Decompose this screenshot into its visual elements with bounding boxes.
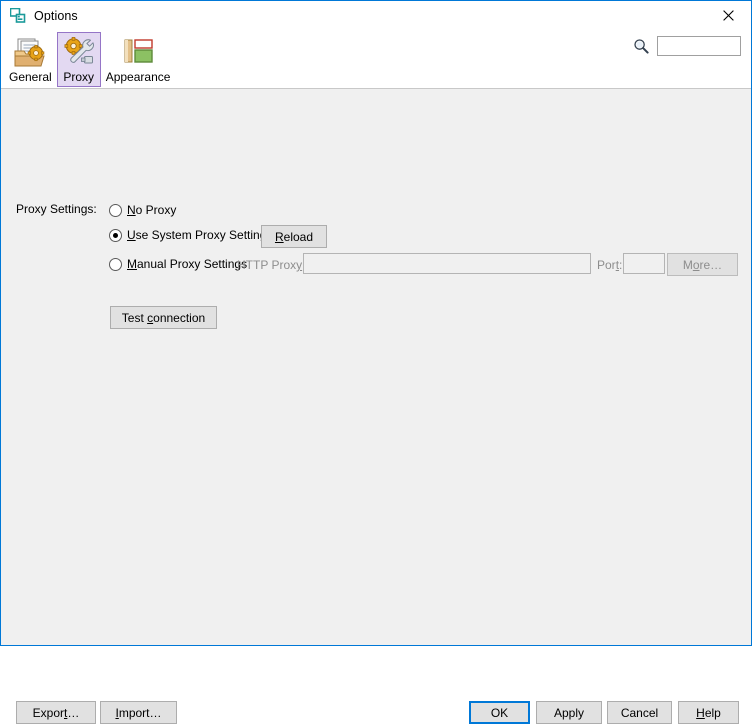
toolbar: General Proxy Appearance — [1, 30, 751, 89]
http-proxy-label: HTTP Proxy: — [237, 258, 305, 272]
proxy-settings-group-label: Proxy Settings: — [16, 202, 97, 216]
radio-use-system-proxy-label[interactable]: Use System Proxy Settings — [127, 228, 272, 242]
ok-button[interactable]: OK — [469, 701, 530, 724]
apply-button[interactable]: Apply — [536, 701, 602, 724]
help-button[interactable]: Help — [678, 701, 739, 724]
layout-panels-icon — [121, 36, 155, 68]
documents-gear-icon — [13, 36, 47, 68]
export-button[interactable]: Export… — [16, 701, 96, 724]
radio-row-use-system-proxy[interactable]: Use System Proxy Settings — [109, 228, 272, 242]
http-proxy-input[interactable] — [303, 253, 591, 274]
close-icon[interactable] — [705, 1, 751, 29]
import-button[interactable]: Import… — [100, 701, 177, 724]
radio-use-system-proxy[interactable] — [109, 228, 122, 242]
radio-no-proxy-label[interactable]: No Proxy — [127, 203, 176, 217]
toolbar-search — [632, 36, 741, 56]
window-title: Options — [34, 8, 78, 23]
test-connection-button[interactable]: Test connection — [110, 306, 217, 329]
tab-general[interactable]: General — [4, 32, 57, 87]
more-button[interactable]: More… — [667, 253, 738, 276]
tab-appearance[interactable]: Appearance — [101, 32, 176, 87]
port-label: Port: — [597, 258, 623, 272]
search-icon[interactable] — [632, 37, 650, 55]
options-windows-icon — [9, 7, 27, 25]
reload-button[interactable]: Reload — [261, 225, 327, 248]
tab-general-label: General — [9, 70, 52, 84]
title-bar: Options — [1, 1, 751, 30]
radio-row-no-proxy[interactable]: No Proxy — [109, 203, 176, 217]
content-area: Proxy Settings: No Proxy Use System Prox… — [1, 89, 751, 724]
radio-no-proxy[interactable] — [109, 203, 122, 217]
search-input[interactable] — [657, 36, 741, 56]
gear-wrench-icon — [62, 36, 96, 68]
radio-manual-proxy-label[interactable]: Manual Proxy Settings — [127, 257, 247, 271]
options-dialog-window: Options General Proxy Appearance Proxy S… — [0, 0, 752, 724]
radio-row-manual-proxy[interactable]: Manual Proxy Settings — [109, 257, 247, 271]
radio-manual-proxy[interactable] — [109, 257, 122, 271]
tab-proxy[interactable]: Proxy — [56, 32, 101, 87]
tab-appearance-label: Appearance — [105, 70, 171, 84]
cancel-button[interactable]: Cancel — [607, 701, 672, 724]
tab-proxy-label: Proxy — [63, 70, 95, 84]
port-input[interactable] — [623, 253, 665, 274]
